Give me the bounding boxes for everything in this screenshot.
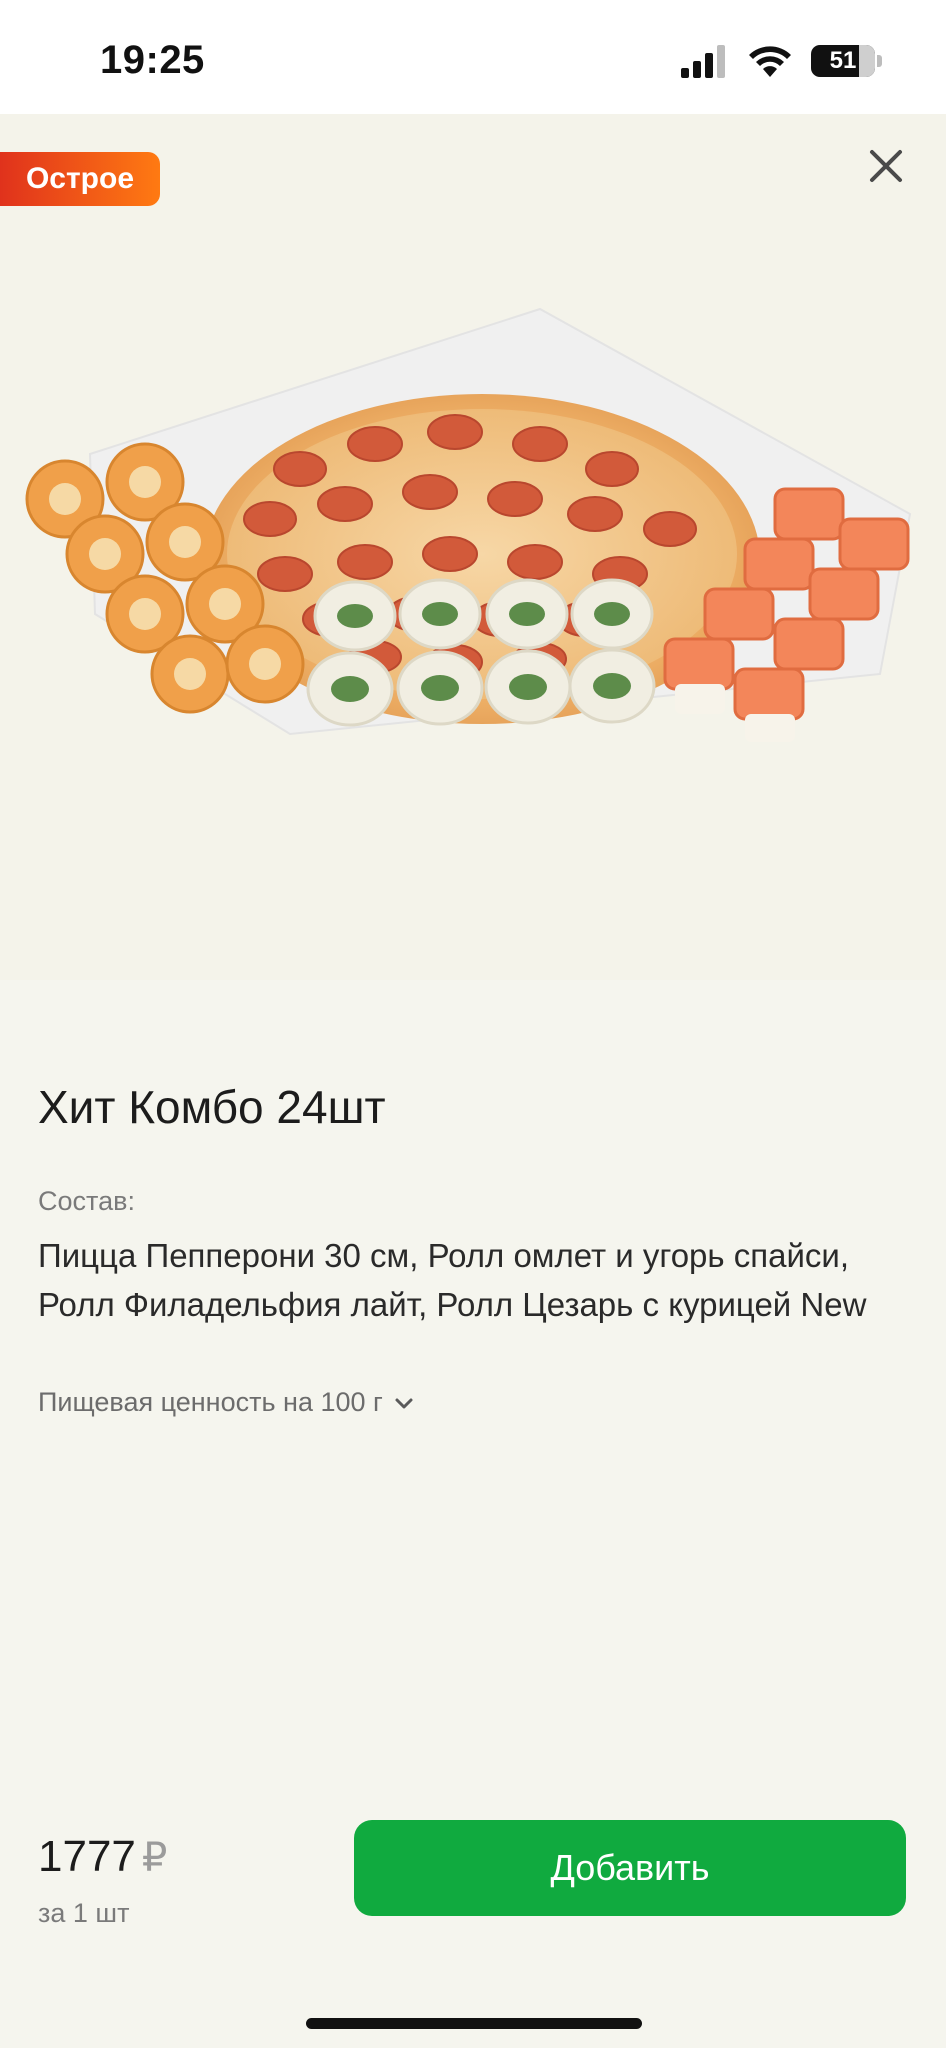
price: 1777 ₽ — [38, 1832, 167, 1882]
close-icon[interactable] — [860, 140, 912, 192]
price-value: 1777 — [38, 1832, 136, 1881]
composition-text: Пицца Пепперони 30 см, Ролл омлет и угор… — [38, 1237, 867, 1323]
product-details: Хит Комбо 24шт Состав: Пицца Пепперони 3… — [38, 1080, 908, 1418]
signal-icon — [681, 45, 725, 78]
composition-label: Состав: — [38, 1186, 135, 1216]
status-bar: 19:25 51 — [0, 0, 946, 114]
add-to-cart-button[interactable]: Добавить — [354, 1820, 906, 1916]
home-indicator[interactable] — [306, 2018, 642, 2029]
price-block: 1777 ₽ за 1 шт — [38, 1832, 167, 1929]
wifi-icon — [749, 46, 791, 77]
battery-level: 51 — [829, 47, 857, 74]
nutrition-toggle[interactable]: Пищевая ценность на 100 г — [38, 1387, 415, 1418]
battery-icon: 51 — [811, 45, 875, 77]
product-title: Хит Комбо 24шт — [38, 1081, 386, 1133]
price-per-unit: за 1 шт — [38, 1898, 130, 1928]
status-icons: 51 — [681, 44, 882, 78]
status-time: 19:25 — [100, 38, 205, 82]
nutrition-label: Пищевая ценность на 100 г — [38, 1387, 383, 1417]
battery-nub — [877, 55, 882, 67]
product-image — [25, 307, 912, 742]
chevron-down-icon — [395, 1398, 413, 1408]
price-currency: ₽ — [141, 1836, 168, 1880]
